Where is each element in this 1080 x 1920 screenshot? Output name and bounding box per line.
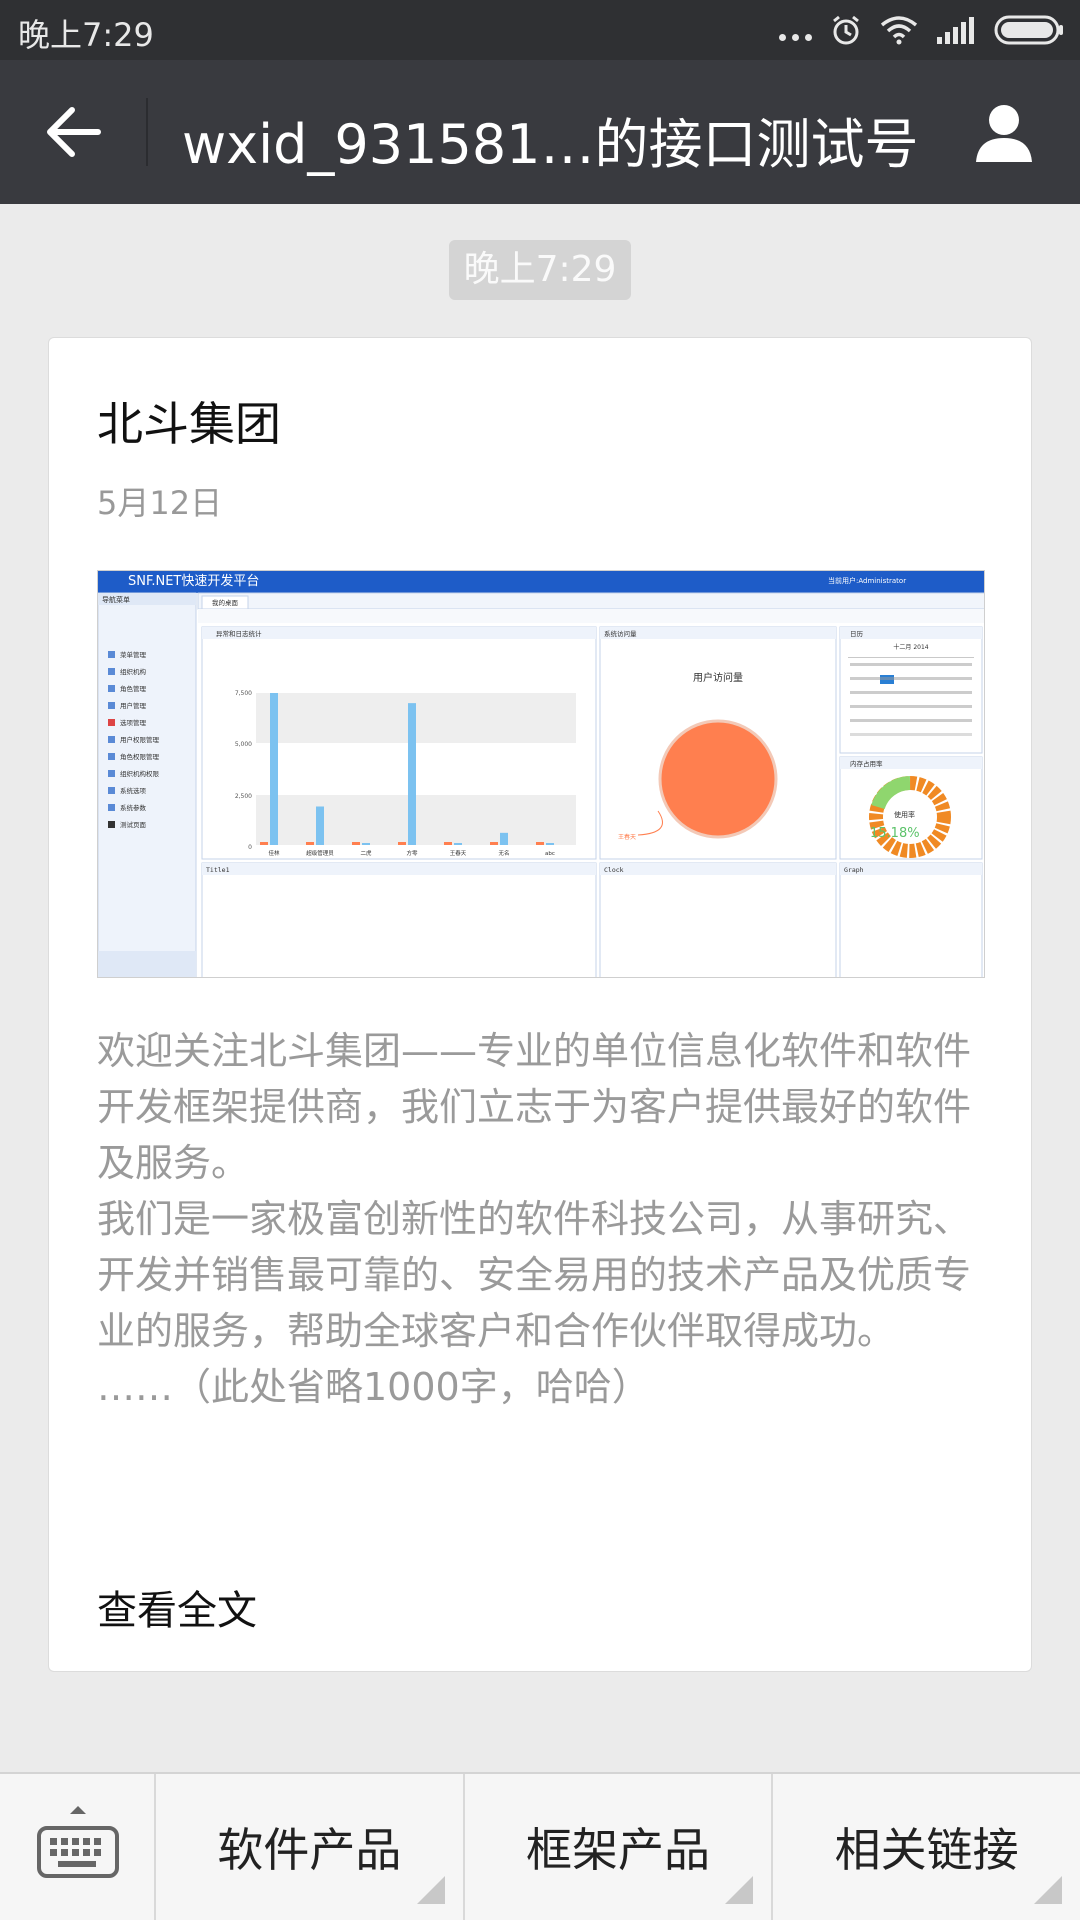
cover-nav-item: 测试页面 [120, 820, 147, 829]
summary-paragraph: 我们是一家极富创新性的软件科技公司，从事研究、开发并销售最可靠的、安全易用的技术… [97, 1197, 972, 1353]
cover-ytick: 7,500 [235, 690, 252, 697]
cover-bar [316, 806, 324, 845]
cover-pie-title: 用户访问量 [693, 671, 743, 684]
menu-framework-products[interactable]: 框架产品 [465, 1774, 774, 1920]
keyboard-toggle-button[interactable] [0, 1774, 156, 1920]
cover-bar-secondary [260, 842, 268, 845]
cover-nav-item: 菜单管理 [120, 650, 147, 659]
profile-button[interactable] [968, 96, 1040, 168]
menu-label: 框架产品 [526, 1823, 710, 1877]
alarm-icon [833, 15, 859, 45]
cover-panel-title: 日历 [850, 630, 864, 638]
cover-xtick: 方零 [406, 849, 418, 857]
cover-ytick: 2,500 [235, 793, 252, 800]
cover-xtick: 王春天 [450, 849, 467, 857]
article-cover-image[interactable]: SNF.NET快速开发平台 当前用户:Administrator 导航菜单 菜单… [97, 570, 985, 978]
cover-nav-item: 系统参数 [120, 803, 147, 812]
cover-bar [270, 693, 278, 845]
cover-user-label: 当前用户:Administrator [828, 576, 906, 585]
cover-xtick: 超级管理员 [306, 849, 334, 857]
back-button[interactable] [30, 96, 118, 168]
cover-gauge-value: 15.18% [870, 826, 920, 841]
person-icon [976, 105, 1032, 162]
cover-screenshot: SNF.NET快速开发平台 当前用户:Administrator 导航菜单 菜单… [98, 571, 984, 977]
cover-ytick: 0 [248, 844, 252, 851]
cover-nav-item: 用户管理 [120, 701, 147, 710]
signal-icon [937, 17, 974, 44]
article-card[interactable]: 北斗集团 5月12日 SNF.NET快速开发平台 当前用户:Administra… [48, 337, 1032, 1672]
menu-label: 相关链接 [834, 1823, 1019, 1877]
cover-xtick: 无名 [498, 849, 509, 857]
cover-xtick: abc [545, 851, 555, 857]
cover-xtick: 佳林 [268, 849, 280, 857]
menu-software-products[interactable]: 软件产品 [156, 1774, 465, 1920]
cover-panel-title: 内存占用率 [850, 759, 883, 768]
cover-panel-title: Title1 [206, 866, 230, 874]
submenu-indicator-icon [1034, 1876, 1063, 1904]
keyboard-icon [37, 1806, 119, 1878]
status-time: 晚上7:29 [18, 16, 154, 54]
message-timestamp: 晚上7:29 [449, 240, 631, 300]
bottom-menu-bar: 软件产品 框架产品 相关链接 [0, 1772, 1080, 1920]
cover-panel-title: Graph [844, 866, 864, 874]
cover-nav-title: 导航菜单 [102, 595, 130, 604]
cover-bar [408, 703, 416, 845]
submenu-indicator-icon [725, 1876, 754, 1904]
summary-paragraph: 欢迎关注北斗集团——专业的单位信息化软件和软件开发框架提供商，我们立志于为客户提… [97, 1029, 972, 1185]
read-full-article-link[interactable]: 查看全文 [97, 1578, 257, 1636]
article-summary: 欢迎关注北斗集团——专业的单位信息化软件和软件开发框架提供商，我们立志于为客户提… [97, 1023, 985, 1415]
cover-bar [546, 843, 554, 845]
more-dots-icon [779, 15, 812, 45]
cover-calendar-header: 十二月 2014 [893, 643, 928, 651]
header-divider [146, 98, 148, 166]
status-bar: 晚上7:29 [0, 0, 1080, 60]
back-arrow-icon [47, 107, 101, 157]
cover-nav-item: 角色管理 [120, 684, 147, 693]
article-title: 北斗集团 [97, 397, 281, 451]
summary-paragraph: ……（此处省略1000字，哈哈） [97, 1365, 650, 1409]
status-icons [779, 12, 1064, 48]
battery-icon [994, 15, 1063, 45]
cover-nav-item: 组织机构 [120, 667, 147, 676]
cover-nav-item: 系统选项 [120, 786, 147, 795]
cover-bar-secondary [490, 842, 498, 845]
cover-pie-label: 王春天 [618, 833, 636, 841]
cover-bar-secondary [536, 842, 544, 845]
chat-title: wxid_931581…的接口测试号 [182, 113, 919, 176]
chat-header: wxid_931581…的接口测试号 [0, 60, 1080, 204]
cover-nav-item: 选项管理 [120, 718, 147, 727]
cover-bar-secondary [306, 842, 314, 845]
cover-nav-item: 用户权限管理 [120, 735, 160, 744]
cover-bar-secondary [352, 842, 360, 845]
cover-bar-secondary [398, 842, 406, 845]
cover-panel-title: 系统访问量 [604, 629, 637, 638]
cover-bar [454, 843, 462, 845]
wifi-icon [880, 16, 918, 45]
cover-panel-title: 异常和日志统计 [216, 629, 262, 638]
menu-label: 软件产品 [217, 1823, 402, 1877]
cover-nav-item: 组织机构权限 [120, 769, 160, 778]
cover-panel-title: Clock [604, 866, 624, 874]
cover-nav-item: 角色权限管理 [120, 752, 160, 761]
article-date: 5月12日 [97, 484, 223, 522]
cover-xtick: 二虎 [360, 849, 372, 857]
cover-pie-slice [658, 719, 778, 839]
cover-bar-secondary [444, 842, 452, 845]
cover-gauge-label: 使用率 [894, 810, 915, 819]
menu-related-links[interactable]: 相关链接 [773, 1774, 1080, 1920]
cover-tab-label: 我的桌面 [212, 598, 239, 607]
submenu-indicator-icon [416, 1876, 445, 1904]
cover-ytick: 5,000 [235, 741, 252, 748]
cover-bar [362, 843, 370, 845]
cover-bar [500, 832, 508, 845]
cover-app-title: SNF.NET快速开发平台 [128, 573, 259, 589]
